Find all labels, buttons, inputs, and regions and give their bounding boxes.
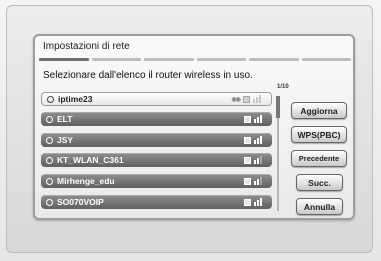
- network-row[interactable]: Mirhenge_edu: [41, 174, 272, 188]
- progress-segment: [196, 58, 246, 61]
- list-scrollbar[interactable]: [276, 96, 280, 211]
- signal-strength-icon: [254, 156, 262, 164]
- progress-segment: [301, 58, 351, 61]
- security-icon: [244, 177, 251, 185]
- network-row[interactable]: JSY: [41, 133, 272, 147]
- network-ssid: JSY: [57, 135, 74, 145]
- security-icon: [244, 115, 251, 123]
- network-row[interactable]: SO070VOIP: [41, 195, 272, 209]
- progress-segment: [91, 58, 141, 61]
- radio-dot-icon: [46, 156, 53, 164]
- progress-segment: [39, 58, 89, 61]
- network-row[interactable]: ELT: [41, 112, 272, 126]
- network-row[interactable]: KT_WLAN_C361: [41, 153, 272, 167]
- network-ssid: SO070VOIP: [57, 197, 104, 207]
- security-icon: [244, 136, 251, 144]
- previous-button[interactable]: Precedente: [291, 150, 347, 167]
- signal-strength-icon: [254, 136, 262, 144]
- cancel-button[interactable]: Annulla: [296, 198, 343, 215]
- network-settings-dialog: Impostazioni di rete Selezionare dall'el…: [33, 34, 355, 220]
- radio-dot-icon: [46, 136, 53, 144]
- security-icon: [244, 156, 251, 164]
- security-icon: [244, 198, 251, 206]
- radio-dot-icon: [46, 198, 53, 206]
- page-counter: 1/10: [277, 84, 289, 90]
- instruction-text: Selezionare dall'elenco il router wirele…: [43, 70, 253, 81]
- wps-icon: ◉◉: [231, 96, 242, 103]
- radio-dot-icon: [47, 95, 54, 103]
- scroll-thumb[interactable]: [276, 96, 280, 118]
- signal-strength-icon: [254, 177, 262, 185]
- refresh-button[interactable]: Aggiorna: [291, 102, 347, 119]
- step-progress: [39, 58, 351, 61]
- security-icon: [243, 95, 250, 103]
- radio-dot-icon: [46, 177, 53, 185]
- network-ssid: KT_WLAN_C361: [57, 155, 124, 165]
- network-ssid: Mirhenge_edu: [57, 176, 115, 186]
- network-ssid: iptime23: [58, 94, 93, 104]
- network-row[interactable]: iptime23 ◉◉: [41, 92, 272, 106]
- radio-dot-icon: [46, 115, 53, 123]
- network-ssid: ELT: [57, 114, 73, 124]
- progress-segment: [144, 58, 194, 61]
- next-button[interactable]: Succ.: [296, 174, 343, 191]
- signal-strength-icon: [253, 95, 261, 103]
- signal-strength-icon: [254, 198, 262, 206]
- progress-segment: [249, 58, 299, 61]
- dialog-title: Impostazioni di rete: [43, 41, 130, 52]
- signal-strength-icon: [254, 115, 262, 123]
- wps-pbc-button[interactable]: WPS(PBC): [291, 126, 347, 143]
